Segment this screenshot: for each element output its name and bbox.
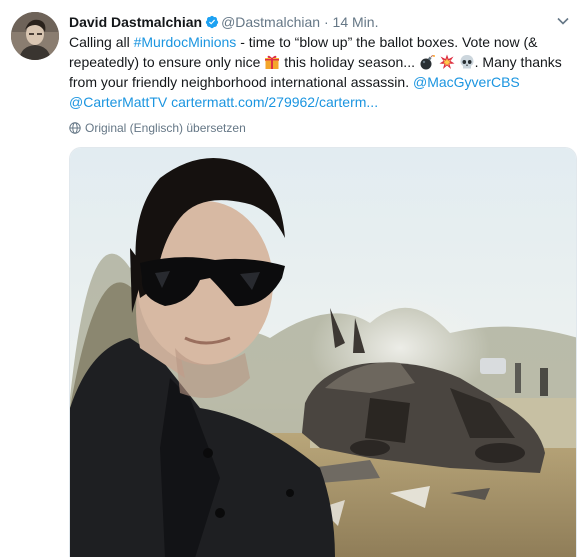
tweet-text: Calling all #MurdocMinions - time to “bl… [69,32,574,112]
user-handle[interactable]: @Dastmalchian [221,14,320,30]
text-part: Calling all [69,34,134,50]
tweet-header: David Dastmalchian @Dastmalchian · 14 Min… [69,12,378,32]
tweet-photo[interactable] [69,147,577,557]
avatar[interactable] [11,12,59,60]
mention-link[interactable]: @MacGyverCBS [413,74,520,90]
timestamp[interactable]: 14 Min. [333,14,379,30]
translate-link[interactable]: Original (Englisch) übersetzen [69,120,246,136]
text-part: this holiday season... [280,54,419,70]
display-name[interactable]: David Dastmalchian [69,14,202,30]
bomb-emoji [419,54,435,70]
chevron-down-icon[interactable] [556,14,570,28]
globe-icon [69,122,81,134]
verified-badge-icon [205,14,219,29]
hashtag-link[interactable]: #MurdocMinions [134,34,237,50]
separator-dot: · [323,14,329,30]
tweet[interactable]: David Dastmalchian @Dastmalchian · 14 Min… [0,0,584,557]
wrapped-gift-emoji [264,54,280,70]
translate-label: Original (Englisch) übersetzen [85,121,246,135]
skull-emoji [459,54,475,70]
url-link[interactable]: cartermatt.com/279962/carterm... [171,94,378,110]
collision-emoji [439,54,455,70]
mention-link[interactable]: @CarterMattTV [69,94,167,110]
